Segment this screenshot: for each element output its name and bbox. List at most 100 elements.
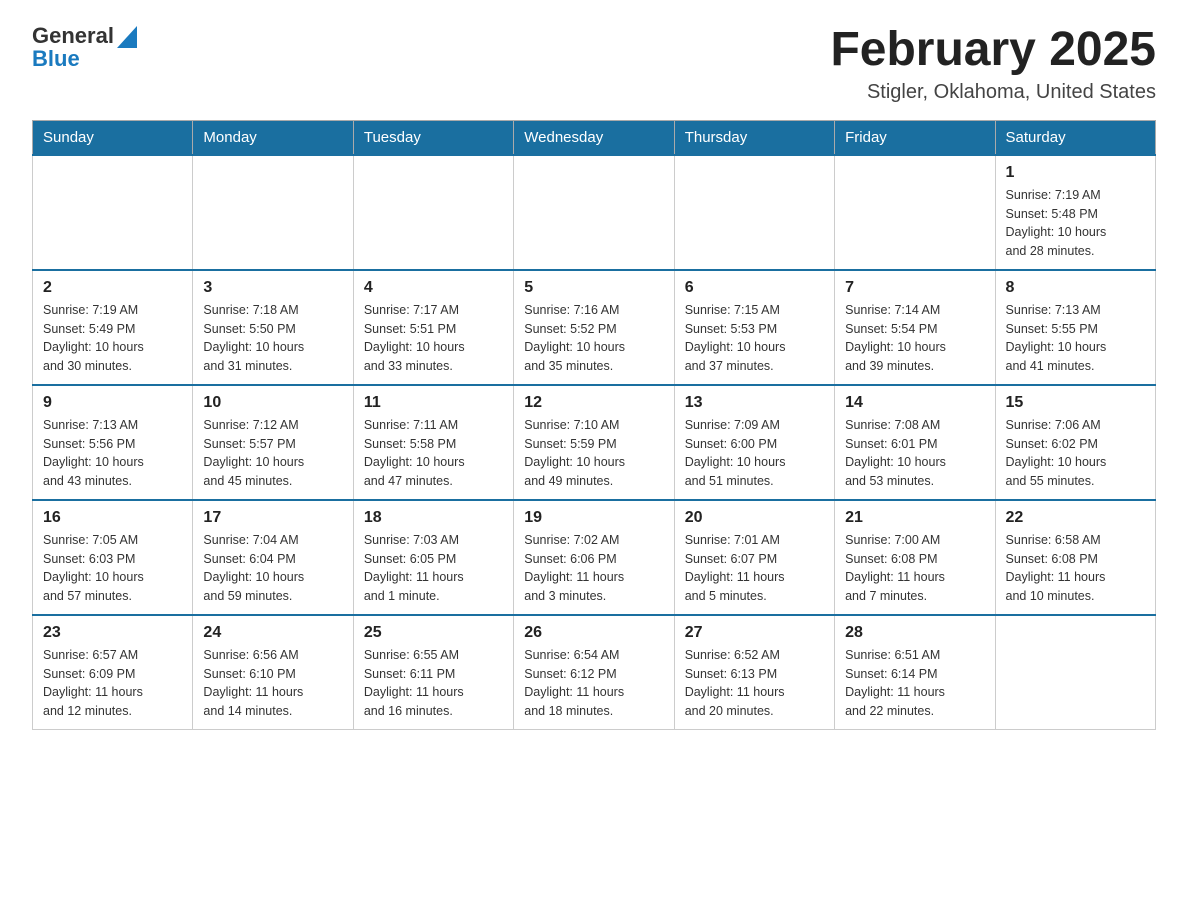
day-info: Sunrise: 7:05 AMSunset: 6:03 PMDaylight:…: [43, 531, 182, 606]
day-info: Sunrise: 7:18 AMSunset: 5:50 PMDaylight:…: [203, 301, 342, 376]
calendar-table: SundayMondayTuesdayWednesdayThursdayFrid…: [32, 120, 1156, 730]
day-info: Sunrise: 6:54 AMSunset: 6:12 PMDaylight:…: [524, 646, 663, 721]
day-info: Sunrise: 7:12 AMSunset: 5:57 PMDaylight:…: [203, 416, 342, 491]
day-number: 20: [685, 509, 824, 527]
day-info: Sunrise: 7:03 AMSunset: 6:05 PMDaylight:…: [364, 531, 503, 606]
day-info: Sunrise: 7:02 AMSunset: 6:06 PMDaylight:…: [524, 531, 663, 606]
calendar-day-cell: 5Sunrise: 7:16 AMSunset: 5:52 PMDaylight…: [514, 270, 674, 385]
day-info: Sunrise: 7:19 AMSunset: 5:49 PMDaylight:…: [43, 301, 182, 376]
calendar-day-cell: 25 Sunrise: 6:55 AMSunset: 6:11 PMDayligh…: [353, 615, 513, 730]
day-info: Sunrise: 7:14 AMSunset: 5:54 PMDaylight:…: [845, 301, 984, 376]
day-number: 22: [1006, 509, 1145, 527]
calendar-day-cell: 11 Sunrise: 7:11 AMSunset: 5:58 PMDayligh…: [353, 385, 513, 500]
day-number: 28: [845, 624, 984, 642]
logo-blue-text: Blue: [32, 48, 137, 70]
calendar-day-cell: 9 Sunrise: 7:13 AMSunset: 5:56 PMDaylight…: [33, 385, 193, 500]
day-number: 26: [524, 624, 663, 642]
day-info: Sunrise: 7:01 AMSunset: 6:07 PMDaylight:…: [685, 531, 824, 606]
calendar-day-cell: 19 Sunrise: 7:02 AMSunset: 6:06 PMDayligh…: [514, 500, 674, 615]
calendar-day-cell: 10 Sunrise: 7:12 AMSunset: 5:57 PMDayligh…: [193, 385, 353, 500]
day-number: 23: [43, 624, 182, 642]
calendar-day-cell: [674, 155, 834, 270]
calendar-day-header: Monday: [193, 120, 353, 155]
calendar-day-cell: 27 Sunrise: 6:52 AMSunset: 6:13 PMDayligh…: [674, 615, 834, 730]
day-info: Sunrise: 7:08 AMSunset: 6:01 PMDaylight:…: [845, 416, 984, 491]
day-number: 8: [1006, 279, 1145, 297]
day-info: Sunrise: 6:52 AMSunset: 6:13 PMDaylight:…: [685, 646, 824, 721]
logo-triangle-icon: [117, 26, 137, 48]
day-info: Sunrise: 6:56 AMSunset: 6:10 PMDaylight:…: [203, 646, 342, 721]
calendar-day-cell: 20 Sunrise: 7:01 AMSunset: 6:07 PMDayligh…: [674, 500, 834, 615]
calendar-day-cell: 24 Sunrise: 6:56 AMSunset: 6:10 PMDayligh…: [193, 615, 353, 730]
day-number: 17: [203, 509, 342, 527]
day-number: 7: [845, 279, 984, 297]
calendar-header-row: SundayMondayTuesdayWednesdayThursdayFrid…: [33, 120, 1156, 155]
day-number: 3: [203, 279, 342, 297]
calendar-week-row: 16 Sunrise: 7:05 AMSunset: 6:03 PMDayligh…: [33, 500, 1156, 615]
day-number: 27: [685, 624, 824, 642]
calendar-day-cell: 14 Sunrise: 7:08 AMSunset: 6:01 PMDayligh…: [835, 385, 995, 500]
location-title: Stigler, Oklahoma, United States: [830, 81, 1156, 104]
calendar-day-cell: 8Sunrise: 7:13 AMSunset: 5:55 PMDaylight…: [995, 270, 1155, 385]
calendar-week-row: 9 Sunrise: 7:13 AMSunset: 5:56 PMDaylight…: [33, 385, 1156, 500]
calendar-week-row: 1 Sunrise: 7:19 AMSunset: 5:48 PMDaylight…: [33, 155, 1156, 270]
month-title: February 2025: [830, 24, 1156, 77]
day-info: Sunrise: 7:09 AMSunset: 6:00 PMDaylight:…: [685, 416, 824, 491]
day-info: Sunrise: 7:06 AMSunset: 6:02 PMDaylight:…: [1006, 416, 1145, 491]
day-info: Sunrise: 7:10 AMSunset: 5:59 PMDaylight:…: [524, 416, 663, 491]
day-number: 18: [364, 509, 503, 527]
calendar-day-cell: 12 Sunrise: 7:10 AMSunset: 5:59 PMDayligh…: [514, 385, 674, 500]
day-info: Sunrise: 7:13 AMSunset: 5:56 PMDaylight:…: [43, 416, 182, 491]
calendar-day-cell: [193, 155, 353, 270]
day-number: 6: [685, 279, 824, 297]
calendar-day-cell: 17Sunrise: 7:04 AMSunset: 6:04 PMDayligh…: [193, 500, 353, 615]
calendar-day-header: Saturday: [995, 120, 1155, 155]
calendar-day-cell: 26 Sunrise: 6:54 AMSunset: 6:12 PMDayligh…: [514, 615, 674, 730]
calendar-day-cell: [995, 615, 1155, 730]
day-info: Sunrise: 7:00 AMSunset: 6:08 PMDaylight:…: [845, 531, 984, 606]
calendar-day-cell: 15 Sunrise: 7:06 AMSunset: 6:02 PMDayligh…: [995, 385, 1155, 500]
calendar-day-cell: 3 Sunrise: 7:18 AMSunset: 5:50 PMDaylight…: [193, 270, 353, 385]
calendar-day-cell: [835, 155, 995, 270]
calendar-day-cell: 1 Sunrise: 7:19 AMSunset: 5:48 PMDaylight…: [995, 155, 1155, 270]
day-number: 1: [1006, 164, 1145, 182]
title-section: February 2025 Stigler, Oklahoma, United …: [830, 24, 1156, 104]
day-number: 4: [364, 279, 503, 297]
calendar-day-cell: 28 Sunrise: 6:51 AMSunset: 6:14 PMDayligh…: [835, 615, 995, 730]
day-number: 24: [203, 624, 342, 642]
day-number: 5: [524, 279, 663, 297]
day-info: Sunrise: 6:51 AMSunset: 6:14 PMDaylight:…: [845, 646, 984, 721]
calendar-day-cell: 4Sunrise: 7:17 AMSunset: 5:51 PMDaylight…: [353, 270, 513, 385]
calendar-day-cell: [353, 155, 513, 270]
day-info: Sunrise: 6:55 AMSunset: 6:11 PMDaylight:…: [364, 646, 503, 721]
day-number: 10: [203, 394, 342, 412]
calendar-day-cell: [33, 155, 193, 270]
day-info: Sunrise: 7:19 AMSunset: 5:48 PMDaylight:…: [1006, 186, 1145, 261]
day-number: 19: [524, 509, 663, 527]
page-header: General Blue February 2025 Stigler, Okla…: [32, 24, 1156, 104]
calendar-day-cell: 23 Sunrise: 6:57 AMSunset: 6:09 PMDayligh…: [33, 615, 193, 730]
calendar-week-row: 23 Sunrise: 6:57 AMSunset: 6:09 PMDayligh…: [33, 615, 1156, 730]
calendar-day-header: Thursday: [674, 120, 834, 155]
logo: General Blue: [32, 24, 137, 70]
day-number: 16: [43, 509, 182, 527]
day-number: 2: [43, 279, 182, 297]
calendar-day-cell: [514, 155, 674, 270]
calendar-day-header: Sunday: [33, 120, 193, 155]
day-number: 15: [1006, 394, 1145, 412]
calendar-week-row: 2 Sunrise: 7:19 AMSunset: 5:49 PMDaylight…: [33, 270, 1156, 385]
calendar-day-cell: 22 Sunrise: 6:58 AMSunset: 6:08 PMDayligh…: [995, 500, 1155, 615]
calendar-day-cell: 2 Sunrise: 7:19 AMSunset: 5:49 PMDaylight…: [33, 270, 193, 385]
calendar-day-cell: 6 Sunrise: 7:15 AMSunset: 5:53 PMDaylight…: [674, 270, 834, 385]
day-info: Sunrise: 6:57 AMSunset: 6:09 PMDaylight:…: [43, 646, 182, 721]
day-number: 12: [524, 394, 663, 412]
day-number: 11: [364, 394, 503, 412]
day-info: Sunrise: 7:15 AMSunset: 5:53 PMDaylight:…: [685, 301, 824, 376]
day-number: 9: [43, 394, 182, 412]
day-number: 14: [845, 394, 984, 412]
day-info: Sunrise: 7:11 AMSunset: 5:58 PMDaylight:…: [364, 416, 503, 491]
calendar-day-cell: 13Sunrise: 7:09 AMSunset: 6:00 PMDayligh…: [674, 385, 834, 500]
logo-general-text: General: [32, 25, 114, 47]
day-number: 25: [364, 624, 503, 642]
day-info: Sunrise: 6:58 AMSunset: 6:08 PMDaylight:…: [1006, 531, 1145, 606]
